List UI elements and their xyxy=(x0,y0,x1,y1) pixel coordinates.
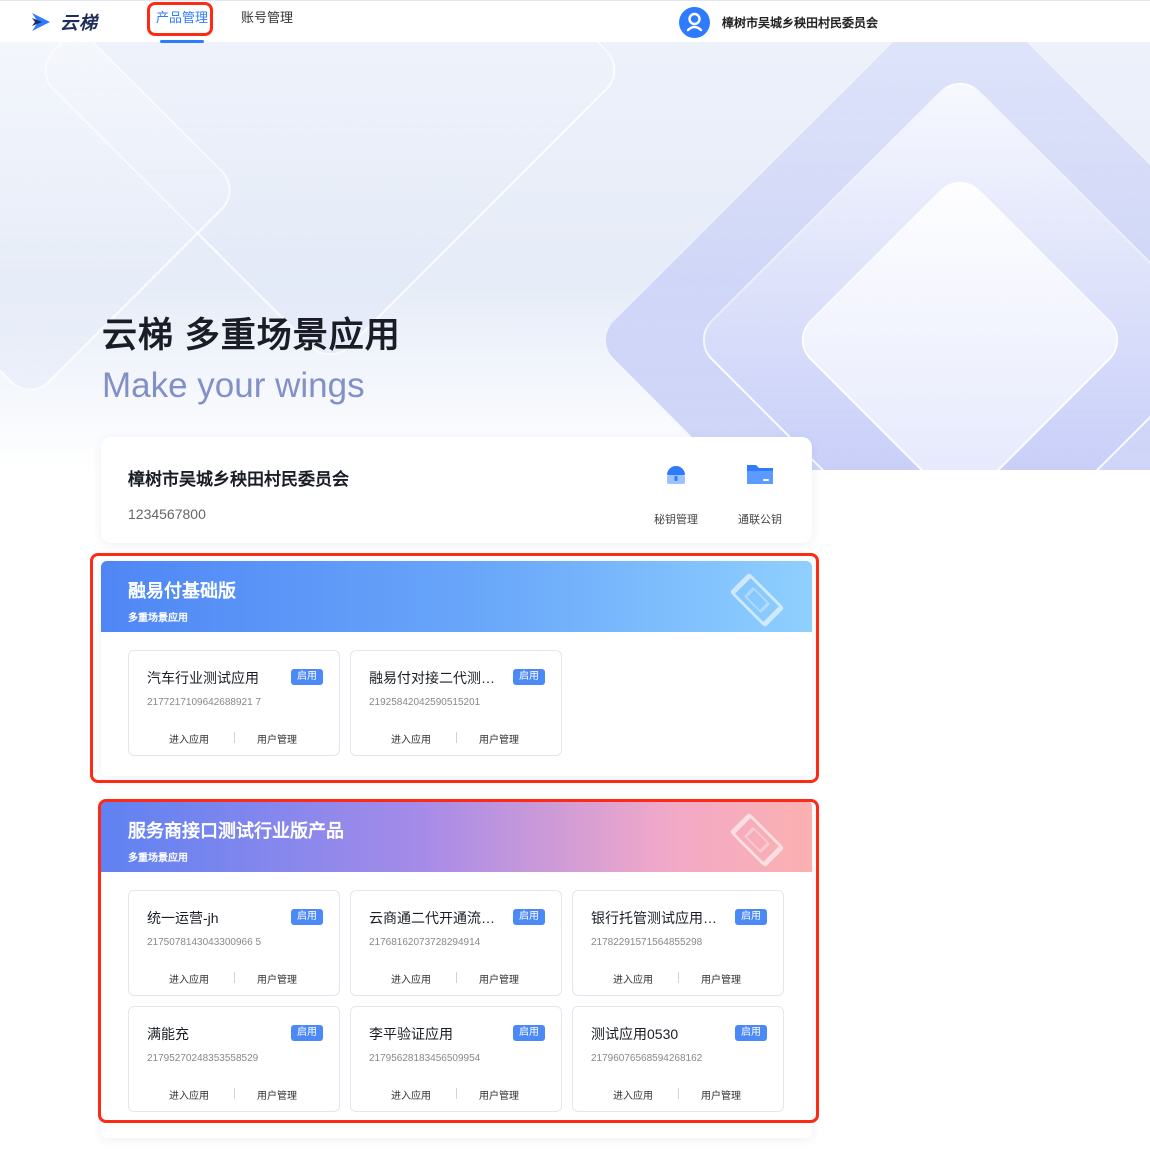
user-management-link[interactable]: 用户管理 xyxy=(701,971,741,986)
enter-app-link[interactable]: 进入应用 xyxy=(391,1087,431,1102)
divider xyxy=(234,732,235,743)
status-badge: 启用 xyxy=(291,669,323,685)
app-name: 满能充 xyxy=(147,1026,189,1042)
user-management-link[interactable]: 用户管理 xyxy=(257,1087,297,1102)
app-id: 21795270248353558529 xyxy=(147,1053,259,1064)
app-id: 21795628183456509954 xyxy=(369,1053,481,1064)
product-title: 服务商接口测试行业版产品 xyxy=(128,821,344,841)
app-card[interactable]: 云商通二代开通流… 启用 21768162073728294914 进入应用 用… xyxy=(350,890,562,996)
tab-label: 产品管理 xyxy=(156,10,209,25)
divider xyxy=(456,1088,457,1099)
folder-icon xyxy=(745,459,775,489)
app-id: 21796076568594268162 xyxy=(591,1053,703,1064)
user-name: 樟树市吴城乡秧田村民委员会 xyxy=(722,16,879,30)
user-management-link[interactable]: 用户管理 xyxy=(479,1087,519,1102)
active-tab-indicator xyxy=(160,40,205,43)
page-title: 云梯 多重场景应用 xyxy=(102,316,401,355)
enter-app-link[interactable]: 进入应用 xyxy=(391,971,431,986)
top-navigation: 云梯 产品管理 账号管理 樟树市吴城乡秧田村民委员会 xyxy=(0,0,1150,43)
app-card[interactable]: 汽车行业测试应用 启用 2177217109642688921 7 进入应用 用… xyxy=(128,650,340,756)
key-management-label: 秘钥管理 xyxy=(654,514,698,526)
divider xyxy=(678,972,679,983)
tab-account-management[interactable]: 账号管理 xyxy=(241,1,293,43)
app-name: 云商通二代开通流… xyxy=(369,910,495,926)
divider xyxy=(234,972,235,983)
user-management-link[interactable]: 用户管理 xyxy=(701,1087,741,1102)
divider xyxy=(678,1088,679,1099)
user-menu[interactable]: 樟树市吴城乡秧田村民委员会 xyxy=(679,7,878,38)
app-id: 2177217109642688921 7 xyxy=(147,697,262,708)
user-management-link[interactable]: 用户管理 xyxy=(257,971,297,986)
status-badge: 启用 xyxy=(735,1025,767,1041)
logo-icon xyxy=(30,11,52,33)
app-name: 银行托管测试应用… xyxy=(591,910,717,926)
app-name: 测试应用0530 xyxy=(591,1026,679,1042)
user-management-link[interactable]: 用户管理 xyxy=(257,731,297,746)
product-section: 服务商接口测试行业版产品 多重场景应用 统一运营-jh 启用 217507814… xyxy=(101,801,812,1138)
product-subtitle: 多重场景应用 xyxy=(128,853,188,864)
enter-app-link[interactable]: 进入应用 xyxy=(169,971,209,986)
app-card[interactable]: 银行托管测试应用… 启用 21782291571564855298 进入应用 用… xyxy=(572,890,784,996)
app-id: 21782291571564855298 xyxy=(591,937,703,948)
user-management-link[interactable]: 用户管理 xyxy=(479,971,519,986)
product-section: 融易付基础版 多重场景应用 汽车行业测试应用 启用 21772171096426… xyxy=(101,561,812,776)
status-badge: 启用 xyxy=(513,909,545,925)
app-name: 李平验证应用 xyxy=(369,1026,453,1042)
app-name: 融易付对接二代测… xyxy=(369,670,495,686)
app-name: 汽车行业测试应用 xyxy=(147,670,259,686)
tab-label: 账号管理 xyxy=(241,10,294,25)
app-id: 2175078143043300966 5 xyxy=(147,937,262,948)
lock-icon xyxy=(661,459,691,489)
enter-app-link[interactable]: 进入应用 xyxy=(391,731,431,746)
status-badge: 启用 xyxy=(291,909,323,925)
tab-product-management[interactable]: 产品管理 xyxy=(156,1,208,43)
organization-name: 樟树市吴城乡秧田村民委员会 xyxy=(128,470,349,489)
product-header: 服务商接口测试行业版产品 多重场景应用 xyxy=(101,801,812,872)
product-header: 融易付基础版 多重场景应用 xyxy=(101,561,812,632)
product-title: 融易付基础版 xyxy=(128,581,236,601)
app-id: 21768162073728294914 xyxy=(369,937,481,948)
enter-app-link[interactable]: 进入应用 xyxy=(169,1087,209,1102)
status-badge: 启用 xyxy=(513,1025,545,1041)
key-management-button[interactable]: 秘钥管理 xyxy=(641,459,711,527)
organization-card: 樟树市吴城乡秧田村民委员会 1234567800 秘钥管理 通联公钥 xyxy=(101,437,812,543)
enter-app-link[interactable]: 进入应用 xyxy=(169,731,209,746)
avatar xyxy=(679,7,710,38)
status-badge: 启用 xyxy=(513,669,545,685)
app-card[interactable]: 统一运营-jh 启用 2175078143043300966 5 进入应用 用户… xyxy=(128,890,340,996)
app-card[interactable]: 李平验证应用 启用 21795628183456509954 进入应用 用户管理 xyxy=(350,1006,562,1112)
organization-id: 1234567800 xyxy=(128,506,206,522)
app-card[interactable]: 满能充 启用 21795270248353558529 进入应用 用户管理 xyxy=(128,1006,340,1112)
app-id: 21925842042590515201 xyxy=(369,697,481,708)
app-name: 统一运营-jh xyxy=(147,910,219,926)
status-badge: 启用 xyxy=(735,909,767,925)
divider xyxy=(456,972,457,983)
public-key-button[interactable]: 通联公钥 xyxy=(725,459,795,527)
enter-app-link[interactable]: 进入应用 xyxy=(613,971,653,986)
status-badge: 启用 xyxy=(291,1025,323,1041)
public-key-label: 通联公钥 xyxy=(738,514,782,526)
logo-text: 云梯 xyxy=(60,13,98,33)
product-subtitle: 多重场景应用 xyxy=(128,613,188,624)
app-card[interactable]: 测试应用0530 启用 21796076568594268162 进入应用 用户… xyxy=(572,1006,784,1112)
divider xyxy=(456,732,457,743)
divider xyxy=(234,1088,235,1099)
logo[interactable]: 云梯 xyxy=(30,9,98,35)
enter-app-link[interactable]: 进入应用 xyxy=(613,1087,653,1102)
app-card[interactable]: 融易付对接二代测… 启用 21925842042590515201 进入应用 用… xyxy=(350,650,562,756)
user-management-link[interactable]: 用户管理 xyxy=(479,731,519,746)
page-subtitle: Make your wings xyxy=(102,366,365,405)
